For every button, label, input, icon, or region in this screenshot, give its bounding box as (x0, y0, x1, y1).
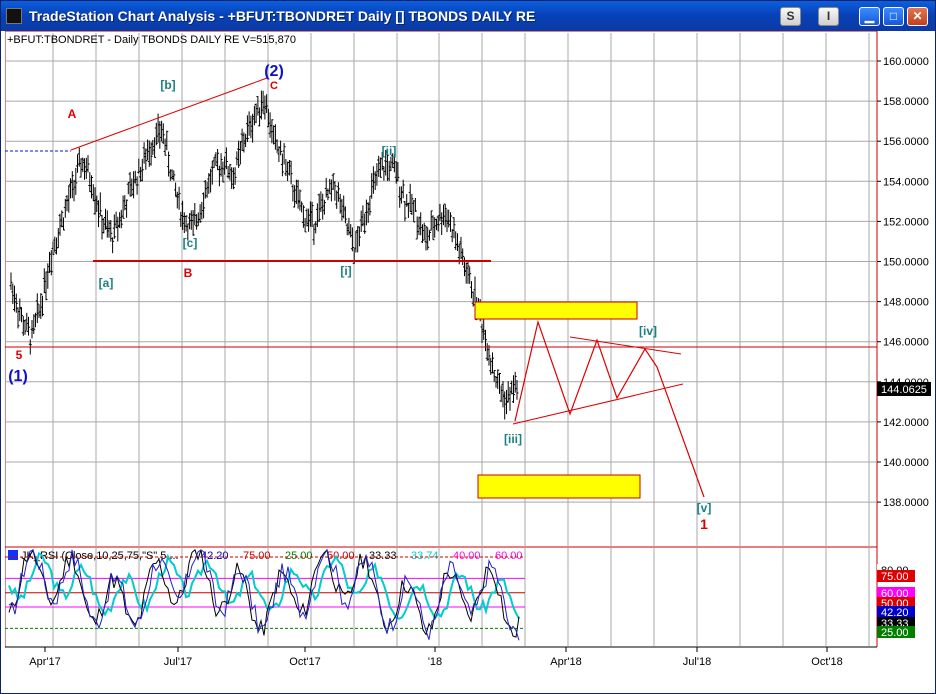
indicator-header-value: 33.74 (411, 550, 439, 562)
wave-label: [iv] (639, 324, 657, 338)
chart-area[interactable]: +BFUT:TBONDRET - Daily TBONDS DAILY RE V… (5, 31, 933, 691)
wave-label: (2) (264, 63, 284, 80)
time-tick-label: Apr'18 (550, 656, 581, 668)
close-button[interactable]: ✕ (907, 7, 928, 26)
s-button[interactable]: S (780, 7, 801, 26)
wave-label: [a] (99, 276, 114, 290)
i-button[interactable]: I (818, 7, 839, 26)
price-axis: 160.0000 158.0000 156.0000 154.0000 152.0000… (877, 56, 929, 509)
indicator-axis-label: 25.00 (881, 627, 909, 639)
indicator-header-value: 40.00 (453, 550, 481, 562)
price-tick-label: 138.0000 (883, 497, 929, 509)
wave-label: C (270, 80, 278, 92)
chart-canvas[interactable]: +BFUT:TBONDRET - Daily TBONDS DAILY RE V… (5, 31, 933, 691)
last-price-marker: 144.0625 (877, 382, 931, 396)
wave-label: [ii] (382, 144, 397, 158)
price-tick-label: 154.0000 (883, 176, 929, 188)
price-tick-label: 142.0000 (883, 417, 929, 429)
price-tick-label: 158.0000 (883, 96, 929, 108)
price-tick-label: 156.0000 (883, 136, 929, 148)
price-plot-frame (5, 31, 878, 548)
wave-label: [b] (160, 78, 175, 92)
close-icon: ✕ (912, 9, 923, 23)
price-tick-label: 152.0000 (883, 216, 929, 228)
wave-label: 1 (700, 516, 708, 532)
wave-label: (1) (8, 368, 28, 385)
time-axis-area (5, 647, 933, 691)
time-tick-label: Oct'17 (289, 656, 320, 668)
price-tick-label: 160.0000 (883, 56, 929, 68)
minimize-button[interactable]: ▁ (859, 7, 880, 26)
time-tick-label: Jul'17 (164, 656, 192, 668)
indicator-axis: 80.0075.0060.0050.0042.2033.3325.00 (877, 564, 915, 639)
maximize-icon: □ (889, 9, 898, 23)
maximize-button[interactable]: □ (883, 7, 904, 26)
wave-label: [c] (183, 236, 198, 250)
indicator-icon[interactable] (8, 550, 18, 560)
wave-label: [iii] (504, 432, 522, 446)
resistance-target-box (474, 301, 638, 320)
indicator-header-value: 50.00 (327, 550, 355, 562)
price-tick-label: 140.0000 (883, 457, 929, 469)
wave-label: B (184, 266, 193, 280)
indicator-axis-label: 75.00 (881, 571, 909, 583)
time-tick-label: Jul'18 (683, 656, 711, 668)
last-price-label: 144.0625 (881, 384, 927, 396)
indicator-header-value: 60.00 (495, 550, 523, 562)
price-tick-label: 150.0000 (883, 257, 929, 269)
time-tick-label: '18 (428, 656, 442, 668)
title-bar[interactable]: TradeStation Chart Analysis - +BFUT:TBON… (1, 1, 935, 31)
wave-label: [v] (697, 501, 712, 515)
app-window: TradeStation Chart Analysis - +BFUT:TBON… (0, 0, 936, 694)
time-tick-label: Apr'17 (29, 656, 60, 668)
window-title: TradeStation Chart Analysis - +BFUT:TBON… (29, 8, 536, 24)
wave-label: [i] (340, 264, 351, 278)
time-tick-label: Oct'18 (811, 656, 842, 668)
downside-target-box (477, 474, 641, 499)
price-tick-label: 146.0000 (883, 337, 929, 349)
app-icon[interactable] (6, 8, 22, 24)
price-tick-label: 148.0000 (883, 297, 929, 309)
price-panel-header: +BFUT:TBONDRET - Daily TBONDS DAILY RE V… (7, 34, 296, 46)
indicator-header-value: 75.00 (243, 550, 271, 562)
indicator-header-value: 33.33 (369, 550, 397, 562)
indicator-header-value: 25.00 (285, 550, 313, 562)
minimize-icon: ▁ (864, 9, 875, 23)
wave-label: A (68, 107, 77, 121)
wave-label: 5 (16, 348, 23, 362)
